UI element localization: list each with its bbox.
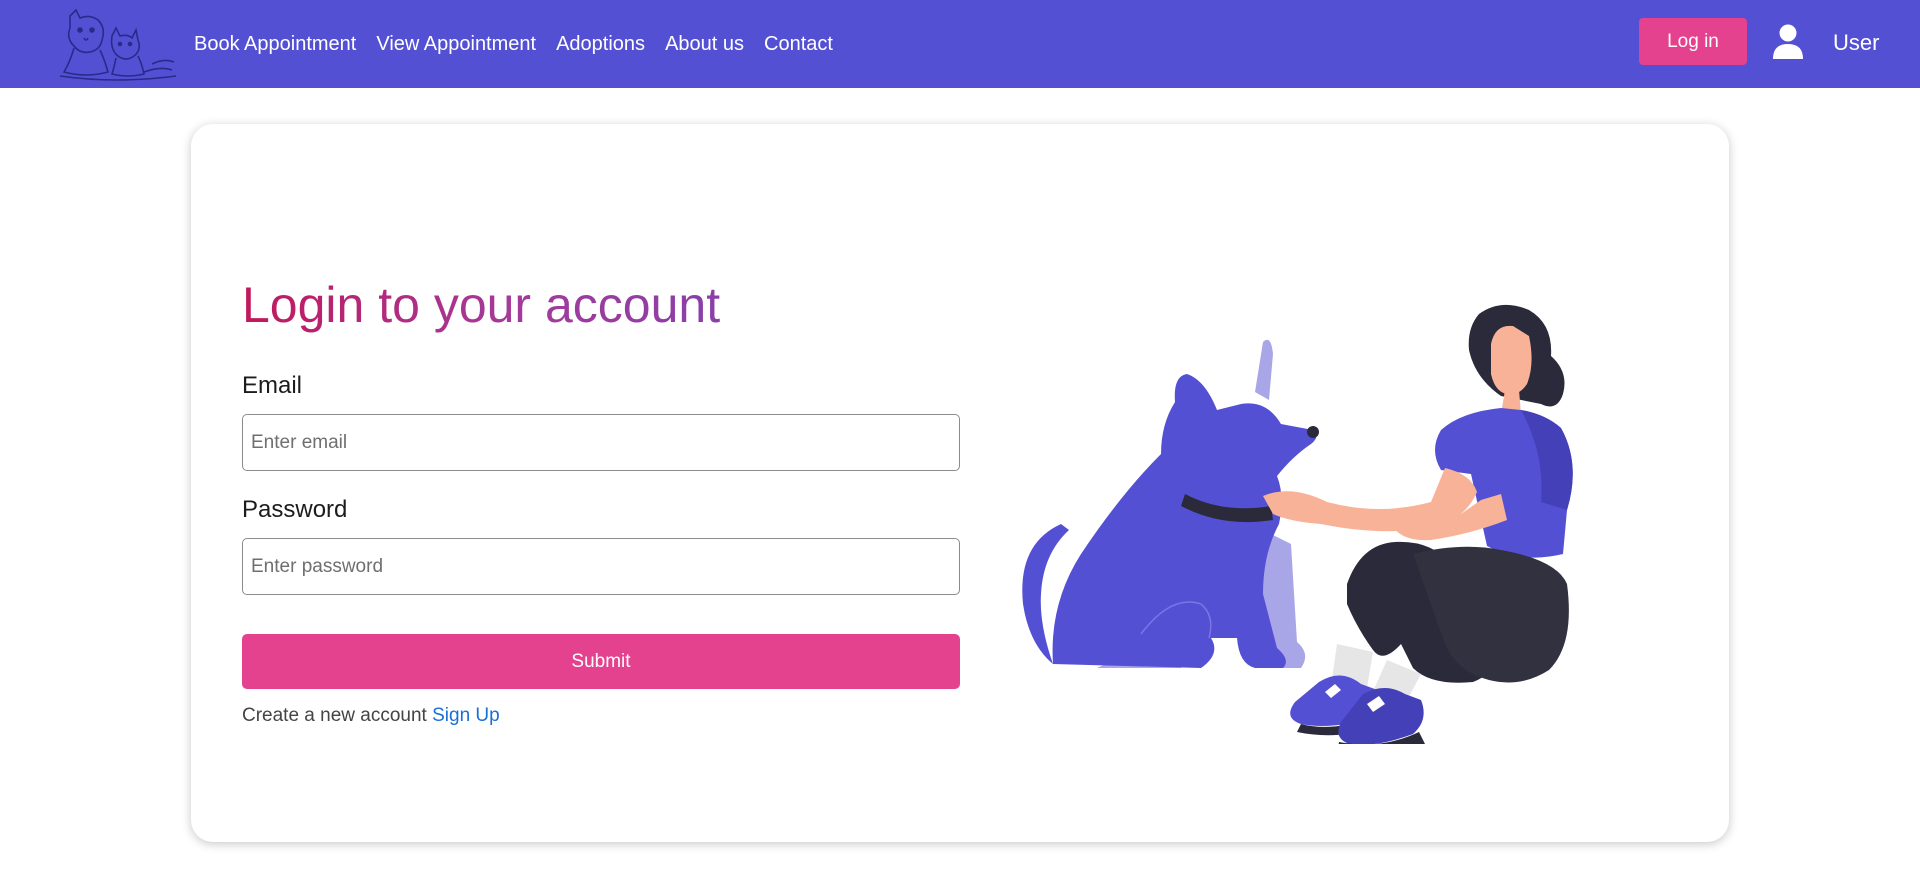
email-field[interactable] (242, 414, 960, 471)
user-icon[interactable] (1772, 24, 1804, 60)
signup-prompt-text: Create a new account (242, 705, 427, 726)
email-label: Email (242, 372, 303, 399)
nav-link-adoptions[interactable]: Adoptions (556, 33, 645, 56)
page-title: Login to your account (242, 277, 721, 333)
woman-petting-dog-illustration (1022, 304, 1573, 744)
nav-links: Book Appointment View Appointment Adopti… (194, 0, 833, 88)
top-navbar: Book Appointment View Appointment Adopti… (0, 0, 1920, 88)
password-field[interactable] (242, 538, 960, 595)
nav-link-book-appointment[interactable]: Book Appointment (194, 33, 356, 56)
user-menu-label[interactable]: User (1833, 30, 1879, 56)
nav-link-contact[interactable]: Contact (764, 33, 833, 56)
dog-and-cat-logo-icon[interactable] (56, 6, 178, 82)
password-label: Password (242, 496, 348, 523)
login-button[interactable]: Log in (1639, 18, 1747, 65)
nav-link-about-us[interactable]: About us (665, 33, 744, 56)
submit-button[interactable]: Submit (242, 634, 960, 689)
nav-link-view-appointment[interactable]: View Appointment (376, 33, 536, 56)
login-card: Login to your account Email Password Sub… (191, 124, 1729, 842)
signup-prompt: Create a new account Sign Up (242, 705, 500, 727)
signup-link[interactable]: Sign Up (432, 705, 500, 726)
